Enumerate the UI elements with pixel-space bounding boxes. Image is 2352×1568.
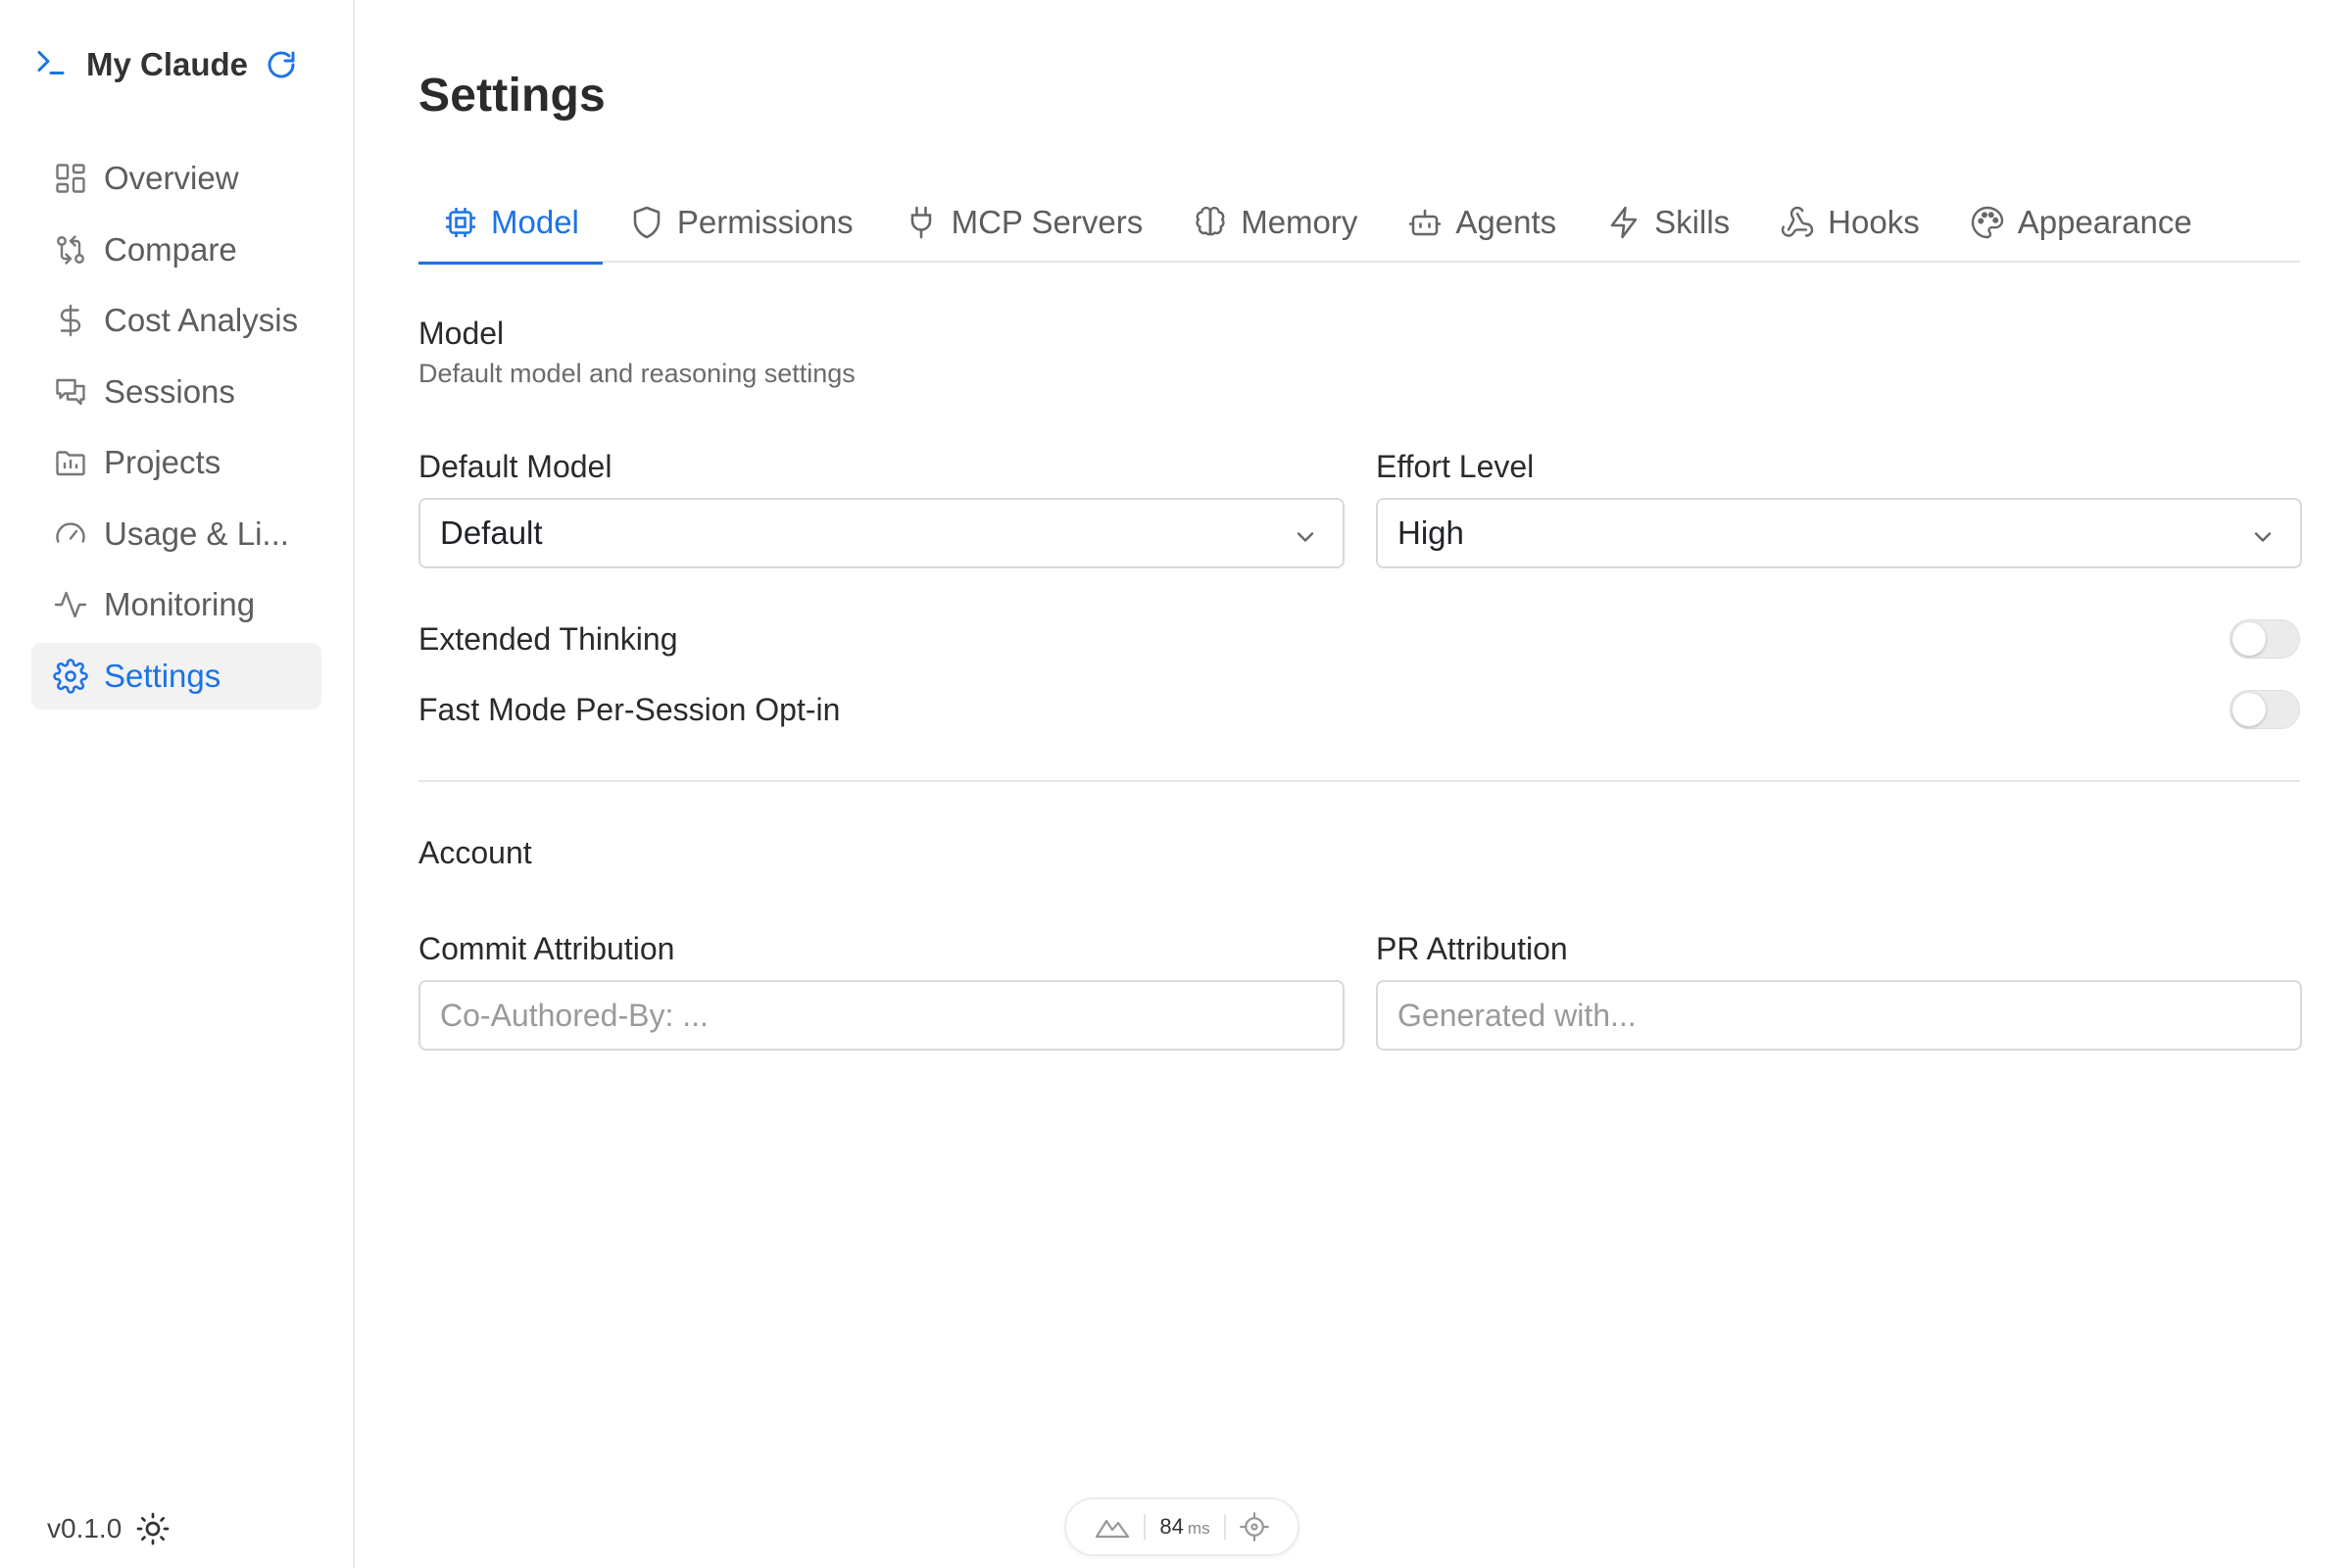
latency-unit: ms (1187, 1519, 1210, 1538)
webhook-icon (1779, 204, 1816, 241)
gauge-icon (51, 514, 90, 554)
tab-hooks[interactable]: Hooks (1755, 182, 1943, 263)
effort-level-value: High (1397, 514, 1464, 551)
plug-icon (903, 204, 940, 241)
tab-label: Skills (1654, 204, 1731, 240)
sidebar-footer: v0.1.0 (47, 1505, 171, 1552)
latency-readout: 84 ms (1159, 1514, 1209, 1540)
fast-mode-label: Fast Mode Per-Session Opt-in (418, 691, 841, 727)
cpu-icon (442, 204, 479, 241)
tab-label: MCP Servers (951, 204, 1144, 240)
sidebar-item-label: Overview (104, 160, 239, 196)
sidebar-item-label: Compare (104, 230, 237, 268)
sidebar-item-label: Settings (104, 657, 221, 694)
chevron-down-icon (1292, 521, 1319, 559)
sidebar-item-label: Cost Analysis (104, 302, 299, 338)
sun-icon[interactable] (135, 1511, 171, 1546)
app-root: My Claude Overview Compare Cost Analysis… (0, 0, 2352, 1568)
pr-attribution-label: PR Attribution (1376, 931, 1568, 966)
tab-label: Memory (1241, 204, 1358, 240)
tab-label: Permissions (676, 204, 854, 240)
commit-attribution-label: Commit Attribution (418, 931, 675, 966)
sidebar-nav: Overview Compare Cost Analysis Sessions (31, 145, 321, 713)
model-section-subtitle: Default model and reasoning settings (418, 359, 856, 388)
sidebar-item-monitoring[interactable]: Monitoring (31, 571, 321, 638)
settings-tabs: Model Permissions MCP Servers Memory Age… (418, 182, 2300, 265)
commit-attribution-input[interactable] (440, 997, 1323, 1034)
main-content: Settings Model Permissions MCP Servers M… (357, 0, 2352, 1568)
version-label: v0.1.0 (47, 1513, 122, 1544)
brand: My Claude (33, 41, 297, 88)
refresh-icon[interactable] (266, 49, 297, 80)
fast-mode-row: Fast Mode Per-Session Opt-in (418, 686, 2300, 733)
latency-value: 84 (1159, 1514, 1184, 1539)
sidebar-item-label: Sessions (104, 372, 235, 410)
perf-separator (1144, 1514, 1147, 1540)
perf-indicator: 84 ms (1064, 1497, 1299, 1556)
commit-attribution-field[interactable] (418, 980, 1345, 1051)
effort-level-select[interactable]: High (1376, 498, 2302, 568)
tab-label: Agents (1455, 204, 1557, 240)
sidebar-item-overview[interactable]: Overview (31, 145, 321, 212)
bot-icon (1406, 204, 1444, 241)
palette-icon (1969, 204, 2006, 241)
sidebar-item-label: Usage & Li... (104, 514, 289, 552)
mountain-logo-icon (1095, 1513, 1130, 1541)
default-model-value: Default (440, 514, 543, 551)
crosshair-icon[interactable] (1239, 1512, 1269, 1542)
tab-skills[interactable]: Skills (1582, 182, 1753, 263)
account-section-title: Account (418, 835, 532, 870)
tab-label: Appearance (2017, 204, 2192, 240)
toggle-knob (2232, 693, 2266, 726)
sidebar-item-sessions[interactable]: Sessions (31, 359, 321, 425)
folder-chart-icon (51, 443, 90, 482)
default-model-select[interactable]: Default (418, 498, 1345, 568)
chat-icon (51, 372, 90, 412)
fast-mode-toggle[interactable] (2230, 690, 2300, 729)
sidebar-item-usage[interactable]: Usage & Li... (31, 501, 321, 567)
tab-permissions[interactable]: Permissions (605, 182, 877, 263)
sidebar-item-projects[interactable]: Projects (31, 429, 321, 496)
tab-mcp-servers[interactable]: MCP Servers (879, 182, 1167, 263)
tab-model[interactable]: Model (418, 182, 603, 265)
activity-icon (51, 585, 90, 624)
effort-level-label: Effort Level (1376, 449, 1535, 484)
app-title: My Claude (86, 46, 249, 82)
tab-agents[interactable]: Agents (1383, 182, 1580, 263)
pr-attribution-field[interactable] (1376, 980, 2302, 1051)
sidebar-item-cost-analysis[interactable]: Cost Analysis (31, 287, 321, 354)
tab-appearance[interactable]: Appearance (1945, 182, 2216, 263)
sidebar: My Claude Overview Compare Cost Analysis… (0, 0, 355, 1568)
tab-label: Hooks (1828, 204, 1920, 240)
page-title: Settings (418, 70, 606, 122)
default-model-label: Default Model (418, 449, 612, 484)
bolt-icon (1605, 204, 1642, 241)
extended-thinking-label: Extended Thinking (418, 620, 678, 657)
tab-memory[interactable]: Memory (1168, 182, 1381, 263)
tab-label: Model (491, 204, 579, 240)
pr-attribution-input[interactable] (1397, 997, 2280, 1034)
extended-thinking-toggle[interactable] (2230, 619, 2300, 659)
chevron-down-icon (2249, 521, 2277, 559)
gear-icon (51, 657, 90, 696)
sidebar-item-label: Projects (104, 444, 221, 480)
toggle-knob (2232, 622, 2266, 656)
shield-icon (628, 204, 665, 241)
dollar-icon (51, 301, 90, 340)
model-section-title: Model (418, 316, 505, 351)
sidebar-item-settings[interactable]: Settings (31, 642, 321, 710)
git-compare-icon (51, 230, 90, 270)
brain-icon (1192, 204, 1229, 241)
sidebar-item-compare[interactable]: Compare (31, 217, 321, 283)
sidebar-item-label: Monitoring (104, 586, 256, 622)
terminal-icon (33, 45, 69, 85)
extended-thinking-row: Extended Thinking (418, 615, 2300, 662)
section-divider (418, 780, 2300, 782)
perf-separator (1223, 1514, 1226, 1540)
grid-icon (51, 159, 90, 198)
